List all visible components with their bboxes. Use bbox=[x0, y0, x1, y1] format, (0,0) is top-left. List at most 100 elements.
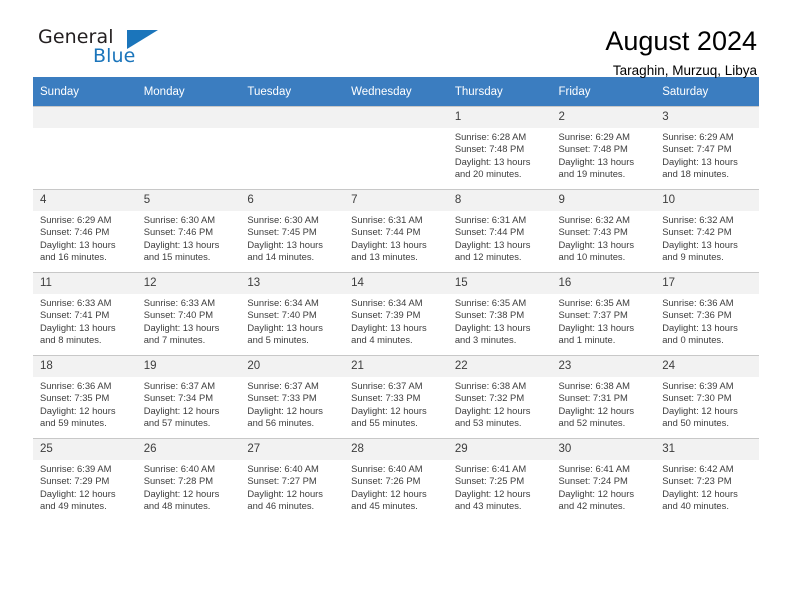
daylight-text-line2: and 15 minutes. bbox=[143, 251, 211, 263]
day-number: 6 bbox=[240, 190, 345, 211]
day-cell[interactable]: 2 Sunrise: 6:29 AM Sunset: 7:48 PM Dayli… bbox=[551, 106, 656, 189]
daylight-text-line1: Daylight: 12 hours bbox=[558, 404, 635, 416]
day-details: Sunrise: 6:30 AM Sunset: 7:45 PM Dayligh… bbox=[240, 211, 344, 264]
day-number: 8 bbox=[447, 190, 552, 211]
day-details: Sunrise: 6:37 AM Sunset: 7:33 PM Dayligh… bbox=[240, 377, 344, 430]
page-subtitle: Taraghin, Murzuq, Libya bbox=[612, 63, 757, 78]
day-cell[interactable]: 7 Sunrise: 6:31 AM Sunset: 7:44 PM Dayli… bbox=[344, 189, 448, 272]
daylight-text-line1: Daylight: 12 hours bbox=[247, 487, 323, 499]
sunset-text: Sunset: 7:37 PM bbox=[558, 309, 628, 321]
day-cell[interactable]: 11 Sunrise: 6:33 AM Sunset: 7:41 PM Dayl… bbox=[33, 272, 137, 355]
day-details: Sunrise: 6:34 AM Sunset: 7:40 PM Dayligh… bbox=[240, 294, 344, 347]
day-cell[interactable]: 8 Sunrise: 6:31 AM Sunset: 7:44 PM Dayli… bbox=[447, 189, 552, 272]
sunrise-text: Sunrise: 6:28 AM bbox=[454, 131, 527, 142]
day-cell[interactable]: 3 Sunrise: 6:29 AM Sunset: 7:47 PM Dayli… bbox=[655, 106, 759, 189]
weekday-header-monday: Monday bbox=[136, 77, 241, 106]
day-cell[interactable]: 12 Sunrise: 6:33 AM Sunset: 7:40 PM Dayl… bbox=[136, 272, 241, 355]
sunrise-text: Sunrise: 6:40 AM bbox=[247, 463, 319, 474]
day-number: 1 bbox=[447, 107, 552, 128]
day-cell[interactable]: 1 Sunrise: 6:28 AM Sunset: 7:48 PM Dayli… bbox=[447, 106, 552, 189]
daylight-text-line1: Daylight: 13 hours bbox=[247, 321, 323, 333]
daylight-text-line2: and 20 minutes. bbox=[454, 168, 522, 180]
daylight-text-line2: and 13 minutes. bbox=[351, 251, 418, 263]
day-cell[interactable]: 5 Sunrise: 6:30 AM Sunset: 7:46 PM Dayli… bbox=[136, 189, 241, 272]
sunset-text: Sunset: 7:47 PM bbox=[662, 143, 732, 155]
day-number bbox=[33, 107, 137, 128]
day-details: Sunrise: 6:38 AM Sunset: 7:31 PM Dayligh… bbox=[552, 377, 656, 430]
daylight-text-line2: and 9 minutes. bbox=[662, 251, 724, 263]
daylight-text-line1: Daylight: 13 hours bbox=[454, 321, 531, 333]
day-cell[interactable]: 17 Sunrise: 6:36 AM Sunset: 7:36 PM Dayl… bbox=[655, 272, 759, 355]
day-cell[interactable]: 4 Sunrise: 6:29 AM Sunset: 7:46 PM Dayli… bbox=[33, 189, 137, 272]
day-cell-empty bbox=[240, 106, 345, 189]
day-cell[interactable]: 14 Sunrise: 6:34 AM Sunset: 7:39 PM Dayl… bbox=[344, 272, 448, 355]
day-number: 5 bbox=[136, 190, 241, 211]
day-details: Sunrise: 6:38 AM Sunset: 7:32 PM Dayligh… bbox=[448, 377, 552, 430]
weekday-header-wednesday: Wednesday bbox=[344, 77, 448, 106]
day-cell[interactable]: 30 Sunrise: 6:41 AM Sunset: 7:24 PM Dayl… bbox=[551, 438, 656, 521]
daylight-text-line1: Daylight: 12 hours bbox=[143, 487, 220, 499]
day-details: Sunrise: 6:36 AM Sunset: 7:35 PM Dayligh… bbox=[33, 377, 137, 430]
day-cell-empty bbox=[344, 106, 448, 189]
weekday-header-sunday: Sunday bbox=[33, 77, 137, 106]
day-number: 3 bbox=[655, 107, 759, 128]
day-number: 7 bbox=[344, 190, 448, 211]
day-cell[interactable]: 27 Sunrise: 6:40 AM Sunset: 7:27 PM Dayl… bbox=[240, 438, 345, 521]
daylight-text-line2: and 0 minutes. bbox=[662, 334, 724, 346]
sunset-text: Sunset: 7:39 PM bbox=[351, 309, 421, 321]
sunrise-text: Sunrise: 6:37 AM bbox=[143, 380, 216, 391]
sunrise-text: Sunrise: 6:38 AM bbox=[558, 380, 630, 391]
sunrise-text: Sunrise: 6:36 AM bbox=[40, 380, 112, 391]
daylight-text-line1: Daylight: 12 hours bbox=[662, 404, 738, 416]
day-cell[interactable]: 25 Sunrise: 6:39 AM Sunset: 7:29 PM Dayl… bbox=[33, 438, 137, 521]
day-number: 14 bbox=[344, 273, 448, 294]
day-cell[interactable]: 19 Sunrise: 6:37 AM Sunset: 7:34 PM Dayl… bbox=[136, 355, 241, 438]
day-cell[interactable]: 24 Sunrise: 6:39 AM Sunset: 7:30 PM Dayl… bbox=[655, 355, 759, 438]
sunset-text: Sunset: 7:44 PM bbox=[351, 226, 421, 238]
day-cell[interactable]: 31 Sunrise: 6:42 AM Sunset: 7:23 PM Dayl… bbox=[655, 438, 759, 521]
day-number: 13 bbox=[240, 273, 345, 294]
daylight-text-line2: and 53 minutes. bbox=[454, 417, 522, 429]
day-cell[interactable]: 6 Sunrise: 6:30 AM Sunset: 7:45 PM Dayli… bbox=[240, 189, 345, 272]
day-number: 18 bbox=[33, 356, 137, 377]
day-cell[interactable]: 29 Sunrise: 6:41 AM Sunset: 7:25 PM Dayl… bbox=[447, 438, 552, 521]
day-number: 27 bbox=[240, 439, 345, 460]
day-cell[interactable]: 21 Sunrise: 6:37 AM Sunset: 7:33 PM Dayl… bbox=[344, 355, 448, 438]
daylight-text-line1: Daylight: 13 hours bbox=[40, 238, 116, 250]
day-number: 26 bbox=[136, 439, 241, 460]
day-details: Sunrise: 6:39 AM Sunset: 7:30 PM Dayligh… bbox=[655, 377, 759, 430]
day-cell[interactable]: 9 Sunrise: 6:32 AM Sunset: 7:43 PM Dayli… bbox=[551, 189, 656, 272]
day-details: Sunrise: 6:33 AM Sunset: 7:40 PM Dayligh… bbox=[137, 294, 241, 347]
weekday-header-tuesday: Tuesday bbox=[240, 77, 345, 106]
daylight-text-line2: and 3 minutes. bbox=[454, 334, 517, 346]
daylight-text-line2: and 59 minutes. bbox=[40, 417, 107, 429]
day-cell[interactable]: 10 Sunrise: 6:32 AM Sunset: 7:42 PM Dayl… bbox=[655, 189, 759, 272]
day-cell[interactable]: 20 Sunrise: 6:37 AM Sunset: 7:33 PM Dayl… bbox=[240, 355, 345, 438]
general-blue-logo[interactable]: General Blue bbox=[33, 24, 163, 76]
daylight-text-line1: Daylight: 12 hours bbox=[40, 404, 116, 416]
day-cell[interactable]: 16 Sunrise: 6:35 AM Sunset: 7:37 PM Dayl… bbox=[551, 272, 656, 355]
day-details: Sunrise: 6:39 AM Sunset: 7:29 PM Dayligh… bbox=[33, 460, 137, 513]
day-details: Sunrise: 6:29 AM Sunset: 7:46 PM Dayligh… bbox=[33, 211, 137, 264]
weekday-header-saturday: Saturday bbox=[655, 77, 759, 106]
day-number: 29 bbox=[447, 439, 552, 460]
day-details: Sunrise: 6:29 AM Sunset: 7:48 PM Dayligh… bbox=[552, 128, 656, 181]
daylight-text-line1: Daylight: 13 hours bbox=[143, 238, 220, 250]
daylight-text-line2: and 12 minutes. bbox=[454, 251, 522, 263]
day-cell[interactable]: 22 Sunrise: 6:38 AM Sunset: 7:32 PM Dayl… bbox=[447, 355, 552, 438]
daylight-text-line1: Daylight: 13 hours bbox=[454, 238, 531, 250]
day-cell[interactable]: 13 Sunrise: 6:34 AM Sunset: 7:40 PM Dayl… bbox=[240, 272, 345, 355]
daylight-text-line2: and 49 minutes. bbox=[40, 500, 107, 512]
day-cell[interactable]: 28 Sunrise: 6:40 AM Sunset: 7:26 PM Dayl… bbox=[344, 438, 448, 521]
daylight-text-line2: and 57 minutes. bbox=[143, 417, 211, 429]
day-cell[interactable]: 26 Sunrise: 6:40 AM Sunset: 7:28 PM Dayl… bbox=[136, 438, 241, 521]
page-title: August 2024 bbox=[605, 26, 757, 56]
title-block: August 2024 Taraghin, Murzuq, Libya bbox=[605, 24, 759, 81]
day-cell[interactable]: 23 Sunrise: 6:38 AM Sunset: 7:31 PM Dayl… bbox=[551, 355, 656, 438]
day-cell[interactable]: 18 Sunrise: 6:36 AM Sunset: 7:35 PM Dayl… bbox=[33, 355, 137, 438]
sunset-text: Sunset: 7:27 PM bbox=[247, 475, 317, 487]
day-cell[interactable]: 15 Sunrise: 6:35 AM Sunset: 7:38 PM Dayl… bbox=[447, 272, 552, 355]
sunset-text: Sunset: 7:23 PM bbox=[662, 475, 732, 487]
sunrise-text: Sunrise: 6:31 AM bbox=[351, 214, 423, 225]
day-number bbox=[344, 107, 448, 128]
